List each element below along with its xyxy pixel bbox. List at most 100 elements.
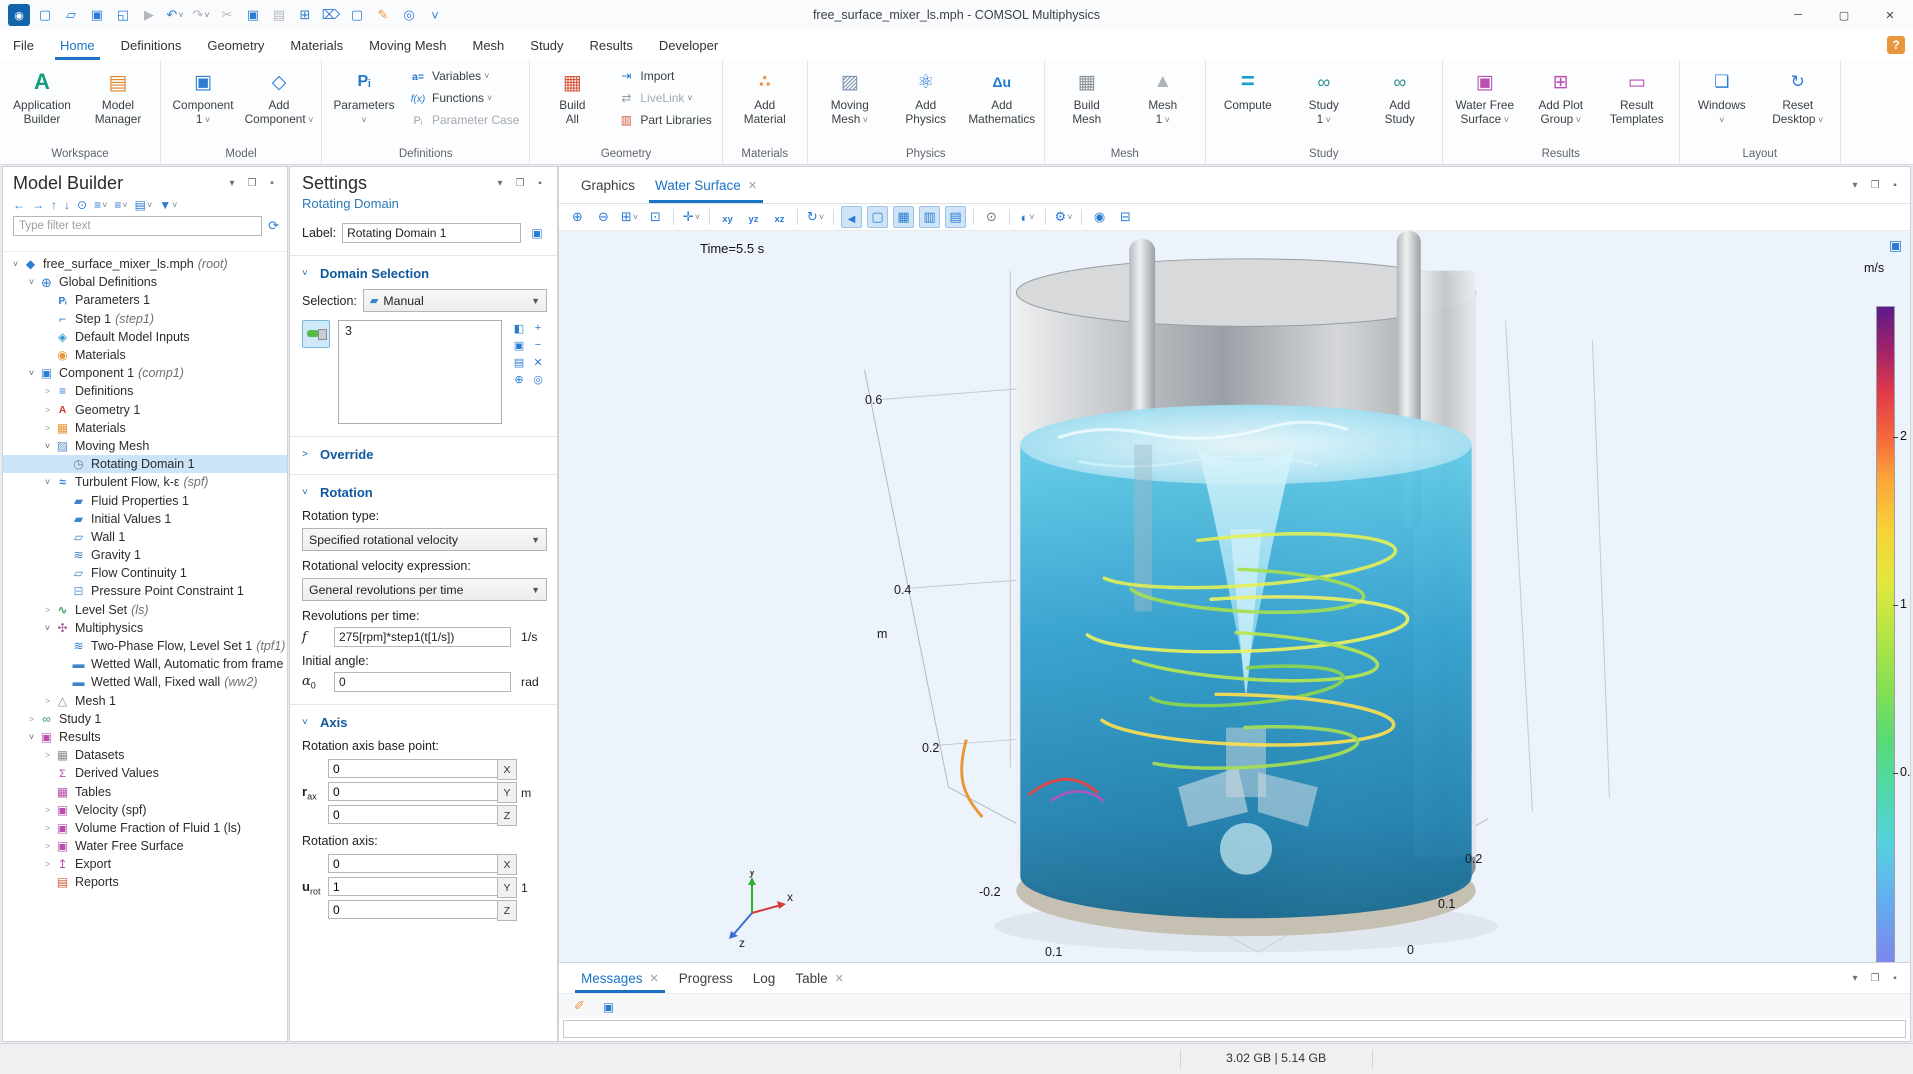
mesh-1-button[interactable]: Mesh1 ˅ xyxy=(1125,63,1201,129)
environment-icon[interactable]: ˅ xyxy=(1017,206,1038,228)
move-down-icon[interactable]: ↓ xyxy=(64,198,70,212)
panel-pin-icon[interactable]: ▪ xyxy=(533,178,547,189)
view-yz-icon[interactable] xyxy=(743,206,764,228)
close-button[interactable]: ✕ xyxy=(1867,0,1913,30)
tab-messages[interactable]: Messages✕ xyxy=(571,963,669,993)
menu-tab-results[interactable]: Results xyxy=(577,30,646,60)
axis-y-input[interactable] xyxy=(328,877,497,896)
activate-icon[interactable]: ◧ xyxy=(510,320,528,336)
row-headers-icon[interactable] xyxy=(919,206,940,228)
tree-node-tables[interactable]: Tables xyxy=(3,782,287,800)
tree-node-free-surface-mixer-ls-mph[interactable]: ˅free_surface_mixer_ls.mph(root) xyxy=(3,255,287,273)
refresh-icon[interactable]: ⟳ xyxy=(268,218,279,234)
clear-icon[interactable]: ✕ xyxy=(529,354,547,370)
base-x-input[interactable] xyxy=(328,759,497,778)
tree-node-volume-fraction-of-fluid-1-ls[interactable]: ˃Volume Fraction of Fluid 1 (ls) xyxy=(3,819,287,837)
copy-text-icon[interactable] xyxy=(598,995,619,1017)
zoom-out-icon[interactable] xyxy=(593,206,614,228)
application-builder-button[interactable]: ApplicationBuilder xyxy=(4,63,80,129)
expand-node-icon[interactable]: ˃ xyxy=(41,859,54,869)
redo-icon[interactable]: ↷˅ xyxy=(190,4,212,26)
reset-desktop-button[interactable]: ResetDesktop ˅ xyxy=(1760,63,1836,129)
initial-angle-input[interactable] xyxy=(334,672,511,692)
tree-node-flow-continuity-1[interactable]: Flow Continuity 1 xyxy=(3,564,287,582)
go-back-icon[interactable]: ← xyxy=(13,198,25,212)
expand-node-icon[interactable]: ˃ xyxy=(41,805,54,815)
expand-node-icon[interactable]: ˃ xyxy=(41,750,54,760)
panel-pin-icon[interactable]: ▪ xyxy=(265,178,279,189)
axis-x-input[interactable] xyxy=(328,854,497,873)
selected-domain-item[interactable]: 3 xyxy=(345,324,495,338)
collapse-node-icon[interactable]: ˅ xyxy=(41,441,54,451)
tab-graphics[interactable]: Graphics xyxy=(571,167,645,203)
moving-mesh-button[interactable]: MovingMesh ˅ xyxy=(812,63,888,129)
zoom-to-selection-icon[interactable]: ⊕ xyxy=(510,371,528,387)
tree-node-derived-values[interactable]: Derived Values xyxy=(3,764,287,782)
chevron-down-icon[interactable]: ˅ xyxy=(302,268,314,279)
parameter-case-button[interactable]: Parameter Case xyxy=(402,109,525,131)
save-file-icon[interactable]: ▣ xyxy=(86,4,108,26)
paste-icon[interactable]: ▤ xyxy=(510,354,528,370)
panel-pin-icon[interactable]: ▪ xyxy=(1888,180,1902,191)
study-1-button[interactable]: Study1 ˅ xyxy=(1286,63,1362,129)
column-headers-icon[interactable] xyxy=(945,206,966,228)
tree-node-geometry-1[interactable]: ˃Geometry 1 xyxy=(3,401,287,419)
tree-node-multiphysics[interactable]: ˅Multiphysics xyxy=(3,619,287,637)
windows-button[interactable]: Windows˅ xyxy=(1684,63,1760,129)
tree-node-study-1[interactable]: ˃Study 1 xyxy=(3,710,287,728)
node-text-icon[interactable]: ▤˅ xyxy=(135,198,153,212)
filter-icon[interactable]: ▼˅ xyxy=(159,198,177,212)
graphics-canvas[interactable]: Time=5.5 s m/s ▣ y x z 0.60.40.2m-0.20.1… xyxy=(559,231,1910,962)
add-plot-group-button[interactable]: Add PlotGroup ˅ xyxy=(1523,63,1599,129)
cut-icon[interactable]: ✂ xyxy=(216,4,238,26)
add-component-button[interactable]: AddComponent ˅ xyxy=(241,63,317,129)
chevron-right-icon[interactable]: ˃ xyxy=(302,449,314,460)
panel-menu-icon[interactable]: ▾ xyxy=(1848,973,1862,984)
help-button[interactable]: ? xyxy=(1887,36,1905,54)
move-up-icon[interactable]: ↑ xyxy=(51,198,57,212)
paste-icon[interactable]: ▤ xyxy=(268,4,290,26)
menu-tab-geometry[interactable]: Geometry xyxy=(194,30,277,60)
panel-menu-icon[interactable]: ▾ xyxy=(1848,180,1862,191)
tab-progress[interactable]: Progress xyxy=(669,963,743,993)
view-xy-icon[interactable] xyxy=(717,206,738,228)
compute-button[interactable]: Compute xyxy=(1210,63,1286,115)
parameters-button[interactable]: Parameters˅ xyxy=(326,63,402,129)
add-study-button[interactable]: AddStudy xyxy=(1362,63,1438,129)
delete-icon[interactable]: ⌦ xyxy=(320,4,342,26)
tree-node-materials[interactable]: ˃Materials xyxy=(3,419,287,437)
show-grid-icon[interactable] xyxy=(893,206,914,228)
menu-tab-developer[interactable]: Developer xyxy=(646,30,731,60)
menu-tab-file[interactable]: File xyxy=(0,30,47,60)
duplicate-icon[interactable]: ⊞ xyxy=(294,4,316,26)
tree-node-gravity-1[interactable]: Gravity 1 xyxy=(3,546,287,564)
selection-dropdown[interactable]: ▰ Manual ▼ xyxy=(363,289,547,312)
expand-node-icon[interactable]: ˃ xyxy=(41,405,54,415)
collapse-node-icon[interactable]: ˅ xyxy=(25,732,38,742)
expand-node-icon[interactable]: ˃ xyxy=(41,841,54,851)
tree-node-definitions[interactable]: ˃Definitions xyxy=(3,382,287,400)
go-to-default-view-icon[interactable]: ˅ xyxy=(681,206,702,228)
collapse-node-icon[interactable]: ˅ xyxy=(9,259,22,269)
add-icon[interactable]: + xyxy=(529,320,547,336)
tree-node-two-phase-flow-level-set-1[interactable]: Two-Phase Flow, Level Set 1(tpf1) xyxy=(3,637,287,655)
show-icon[interactable]: ⊙ xyxy=(77,198,87,212)
clip-plane-icon[interactable]: ✎ xyxy=(372,4,394,26)
tree-node-component-1[interactable]: ˅Component 1(comp1) xyxy=(3,364,287,382)
collapse-node-icon[interactable]: ˅ xyxy=(25,277,38,287)
zoom-in-icon[interactable] xyxy=(567,206,588,228)
menu-tab-definitions[interactable]: Definitions xyxy=(108,30,195,60)
part-libraries-button[interactable]: Part Libraries xyxy=(610,109,717,131)
tree-node-materials[interactable]: Materials xyxy=(3,346,287,364)
import-button[interactable]: Import xyxy=(610,65,717,87)
clear-log-icon[interactable] xyxy=(569,995,590,1017)
base-y-input[interactable] xyxy=(328,782,497,801)
menu-tab-mesh[interactable]: Mesh xyxy=(459,30,517,60)
tree-node-export[interactable]: ˃Export xyxy=(3,855,287,873)
panel-float-icon[interactable]: ❐ xyxy=(1868,180,1882,191)
tree-node-level-set[interactable]: ˃Level Set(ls) xyxy=(3,601,287,619)
tab-water-surface[interactable]: Water Surface✕ xyxy=(645,167,767,203)
tree-node-datasets[interactable]: ˃Datasets xyxy=(3,746,287,764)
tree-node-water-free-surface[interactable]: ˃Water Free Surface xyxy=(3,837,287,855)
tree-node-mesh-1[interactable]: ˃Mesh 1 xyxy=(3,692,287,710)
